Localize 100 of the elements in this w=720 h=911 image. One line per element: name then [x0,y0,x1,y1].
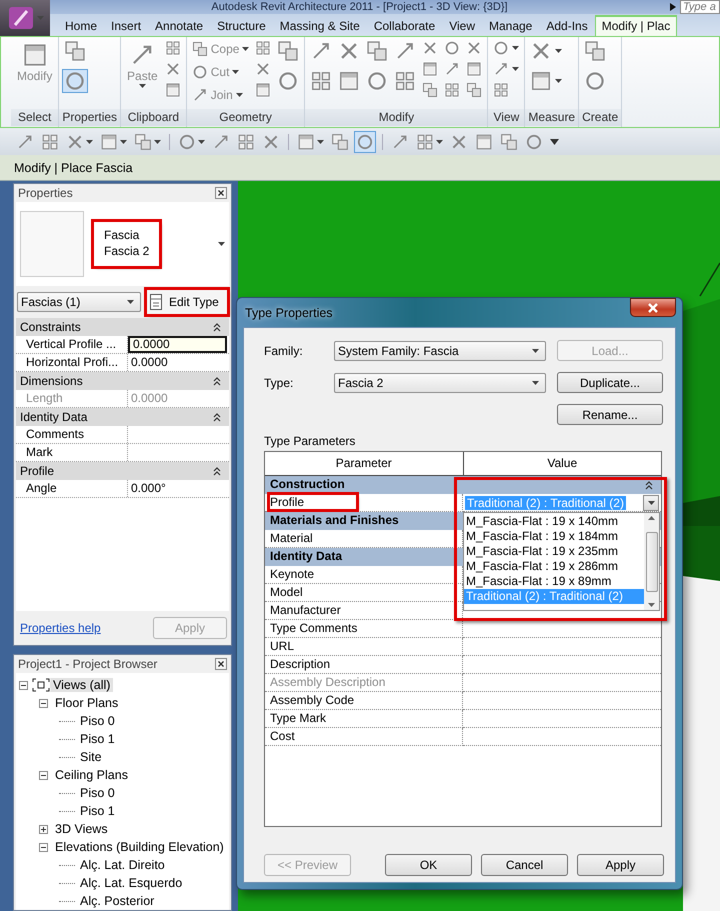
panel-label: Modify [305,109,488,126]
window-icon [475,132,493,150]
group-header: Dimensions [20,374,83,388]
collapse-icon[interactable] [19,680,28,690]
scrollbar[interactable] [644,513,659,610]
ribbon-tab[interactable]: Modify | Plac [594,15,678,36]
grid-icon [255,40,272,56]
arrow-icon[interactable] [669,2,677,12]
property-value[interactable]: 0.0000 [128,336,227,353]
collapse-icon[interactable] [39,842,48,852]
type-thumbnail [20,211,84,277]
scroll-up-icon[interactable] [648,516,655,520]
ribbon-tab[interactable]: Annotate [148,16,210,36]
close-button[interactable] [630,298,676,317]
edit-type-button[interactable]: Edit Type [147,290,227,314]
collapse-icon[interactable] [213,322,221,332]
circle-icon [277,70,300,92]
circle-icon [356,132,374,150]
tree-item[interactable]: 3D Views [52,822,111,836]
dialog-button[interactable]: Duplicate... [557,372,663,393]
arrow-icon [391,132,409,150]
parameter-name: Type Mark [270,711,326,725]
type-dropdown[interactable]: System Family: Fascia [334,340,546,360]
tree-item[interactable]: Site [77,750,105,764]
instance-dropdown[interactable]: Fascias (1) [17,292,141,312]
family-name: Fascia [104,228,140,242]
group-header: Materials and Finishes [269,512,400,529]
grid-icon [164,40,181,56]
grid-icon [237,132,255,150]
toolbar-button[interactable] [354,130,376,152]
window-icon [530,70,552,92]
circle-icon [525,132,543,150]
type-dropdown[interactable]: Fascia 2 [334,372,546,392]
group-header: Profile [20,464,54,478]
grid-icon [310,70,332,92]
parameter-name: Assembly Code [270,693,354,707]
ribbon-tab[interactable]: Insert [104,16,148,36]
tree-item[interactable]: Floor Plans [52,696,122,710]
collapse-icon[interactable] [39,698,48,708]
collapse-icon[interactable] [213,376,221,386]
parameter-name: URL [270,639,294,653]
cross-icon [422,40,438,56]
circle-icon [366,70,388,92]
help-link[interactable]: Properties help [20,621,101,635]
dropdown-option[interactable]: M_Fascia-Flat : 19 x 286mm [464,559,644,574]
tree-item[interactable]: Ceiling Plans [52,768,131,782]
arrow-icon [444,61,460,77]
type-selector[interactable]: Fascia Fascia 2 [16,202,229,286]
caret-icon [154,140,161,144]
dropdown-option[interactable]: M_Fascia-Flat : 19 x 140mm [464,514,644,529]
ribbon-tab[interactable]: View [442,16,482,36]
caret-icon [648,501,654,505]
tree-item[interactable]: Piso 1 [77,732,118,746]
scroll-down-icon[interactable] [648,603,655,607]
ribbon-tab[interactable]: Add-Ins [539,16,595,36]
caret-icon [532,380,539,384]
arrow-icon [16,132,34,150]
parameter-name: Type Comments [270,621,358,635]
dialog-button[interactable]: Rename... [557,404,663,425]
property-value[interactable]: 0.0000 [128,354,229,371]
palette-title: Project1 - Project Browser [18,657,158,671]
dropdown-option[interactable]: M_Fascia-Flat : 19 x 184mm [464,529,644,544]
dialog-button[interactable]: Apply [577,854,664,876]
collapse-icon[interactable] [645,480,653,490]
dropdown-button[interactable] [643,495,659,511]
close-icon[interactable] [215,658,227,670]
squares-icon [331,132,349,150]
tree-item[interactable]: Piso 0 [77,714,118,728]
ribbon-tab[interactable]: Structure [210,16,273,36]
ribbon-tab[interactable]: Collaborate [366,16,442,36]
ribbon-tab[interactable]: Manage [482,16,540,36]
expand-icon[interactable] [39,824,48,834]
collapse-icon[interactable] [213,412,221,422]
parameter-name: Keynote [270,567,314,581]
tree-item[interactable]: Alç. Lat. Esquerdo [77,876,186,890]
dropdown-option[interactable]: M_Fascia-Flat : 19 x 235mm [464,544,644,559]
close-icon[interactable] [215,187,227,199]
dialog-title: Type Properties [245,306,333,320]
tree-item[interactable]: Elevations (Building Elevation) [52,840,227,854]
tree-item[interactable]: Views (all) [50,678,114,692]
tree-item[interactable]: Alç. Posterior [77,894,158,908]
grid-icon [416,132,434,150]
search-field[interactable]: Type a [680,0,720,14]
dialog-button[interactable]: Cancel [481,854,568,876]
ribbon-tab[interactable]: Massing & Site [272,16,367,36]
window-icon [22,42,48,68]
dialog-button[interactable]: OK [385,854,472,876]
collapse-icon[interactable] [39,770,48,780]
app-menu-button[interactable] [0,0,50,36]
squares-icon [366,40,388,62]
tree-item[interactable]: Piso 1 [77,804,118,818]
tree-item[interactable]: Alç. Lat. Direito [77,858,168,872]
tree-item[interactable]: Piso 0 [77,786,118,800]
dropdown-option[interactable]: M_Fascia-Flat : 19 x 89mm [464,574,644,589]
collapse-icon[interactable] [213,466,221,476]
property-value[interactable]: 0.000° [128,480,229,497]
ribbon-tab[interactable]: Home [58,16,104,36]
squares-icon [134,132,152,150]
window-icon [338,70,360,92]
close-icon [647,302,659,312]
